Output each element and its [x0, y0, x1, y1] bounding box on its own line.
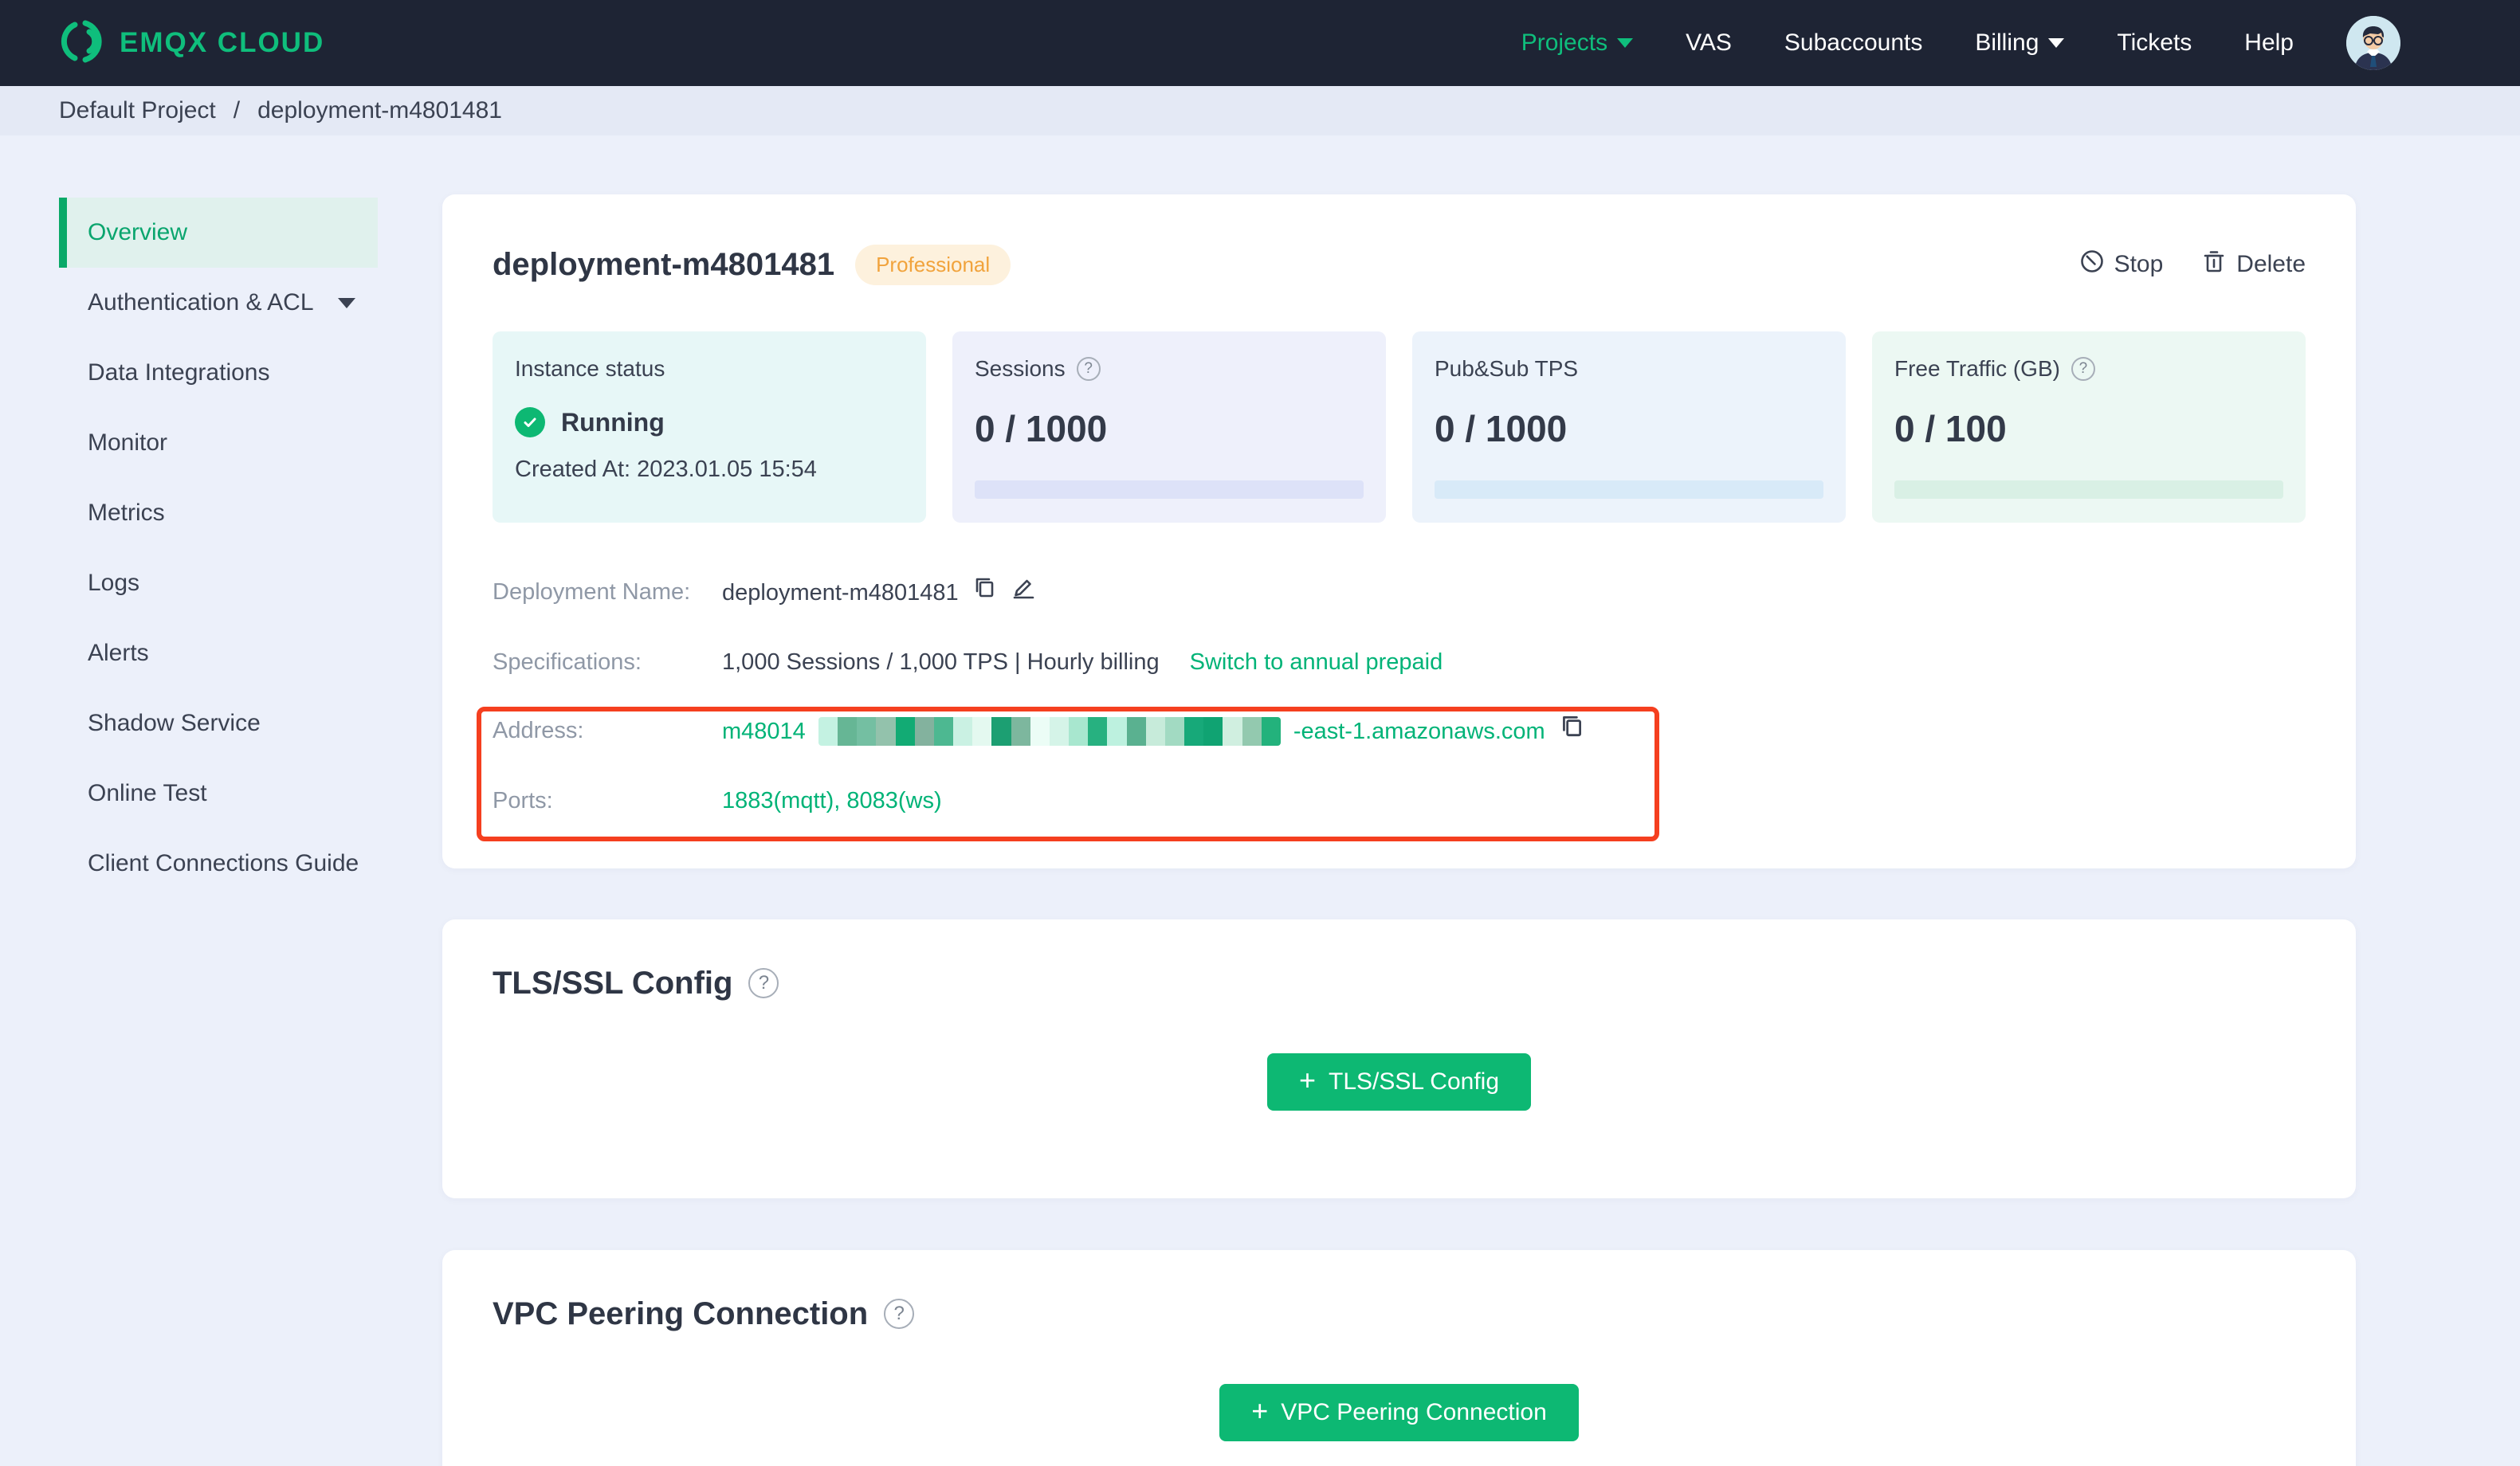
pubsub-tps-card: Pub&Sub TPS 0 / 1000	[1412, 331, 1846, 523]
help-icon[interactable]: ?	[2071, 357, 2095, 381]
specifications-label: Specifications:	[493, 649, 642, 675]
plus-icon: +	[1298, 1064, 1317, 1096]
sidebar-item-monitor[interactable]: Monitor	[59, 408, 378, 478]
created-at-text: Created At: 2023.01.05 15:54	[515, 457, 817, 482]
nav-item-subaccounts[interactable]: Subaccounts	[1784, 29, 1922, 57]
deployment-overview-card: deployment-m4801481 Professional Stop De…	[442, 194, 2356, 868]
help-icon[interactable]: ?	[1076, 357, 1101, 381]
sidebar-item-online-test[interactable]: Online Test	[59, 758, 378, 829]
sessions-progress-bar	[975, 480, 1364, 499]
stats-row: Instance status Running Created At: 2023…	[493, 331, 2306, 523]
emqx-logo-icon	[59, 19, 104, 68]
pubsub-tps-label: Pub&Sub TPS	[1435, 356, 1579, 381]
nav-menu: Projects VAS Subaccounts Billing Tickets…	[1521, 16, 2400, 70]
sidebar-item-authentication-acl[interactable]: Authentication & ACL	[59, 268, 378, 338]
free-traffic-card: Free Traffic (GB) ? 0 / 100	[1872, 331, 2306, 523]
deployment-name-row: Deployment Name: deployment-m4801481	[493, 574, 2306, 612]
breadcrumb-project[interactable]: Default Project	[59, 97, 216, 124]
sessions-card: Sessions ? 0 / 1000	[952, 331, 1386, 523]
brand-logo[interactable]: EMQX CLOUD	[59, 19, 324, 68]
address-suffix: -east-1.amazonaws.com	[1293, 719, 1545, 744]
plan-badge: Professional	[855, 244, 1011, 285]
brand-name: EMQX CLOUD	[120, 27, 325, 58]
free-traffic-label: Free Traffic (GB)	[1894, 356, 2060, 381]
sidebar-item-data-integrations[interactable]: Data Integrations	[59, 338, 378, 408]
instance-status-label: Instance status	[515, 356, 665, 381]
ports-label: Ports:	[493, 788, 553, 813]
chevron-down-icon	[2048, 38, 2065, 48]
nav-item-vas[interactable]: VAS	[1686, 29, 1732, 57]
pubsub-tps-progress-bar	[1435, 480, 1823, 499]
stop-icon	[2079, 249, 2105, 280]
sessions-value: 0 / 1000	[975, 408, 1108, 449]
breadcrumb-deployment: deployment-m4801481	[257, 97, 502, 123]
help-icon[interactable]: ?	[748, 968, 779, 998]
pubsub-tps-value: 0 / 1000	[1435, 408, 1568, 449]
tls-ssl-config-card: TLS/SSL Config ? + TLS/SSL Config	[442, 919, 2356, 1198]
vpc-peering-title: VPC Peering Connection	[493, 1295, 869, 1331]
copy-icon[interactable]	[971, 574, 997, 611]
sidebar-item-overview[interactable]: Overview	[59, 198, 378, 268]
switch-annual-prepaid-link[interactable]: Switch to annual prepaid	[1190, 644, 1443, 680]
address-prefix: m48014	[722, 719, 806, 744]
delete-button[interactable]: Delete	[2201, 249, 2306, 280]
chevron-down-icon	[1617, 38, 1634, 48]
tls-ssl-title: TLS/SSL Config	[493, 965, 733, 1001]
trash-icon	[2201, 249, 2227, 280]
address-redaction-mosaic	[818, 717, 1281, 746]
plus-icon: +	[1251, 1394, 1269, 1427]
ports-row: Ports: 1883(mqtt), 8083(ws)	[493, 782, 2306, 819]
user-avatar[interactable]	[2346, 16, 2400, 70]
specifications-row: Specifications: 1,000 Sessions / 1,000 T…	[493, 644, 2306, 680]
edit-icon[interactable]	[1010, 574, 1037, 612]
sidebar-item-metrics[interactable]: Metrics	[59, 478, 378, 548]
top-navbar: EMQX CLOUD Projects VAS Subaccounts Bill…	[0, 0, 2520, 86]
sidebar-item-logs[interactable]: Logs	[59, 548, 378, 618]
deployment-details: Deployment Name: deployment-m4801481 Spe…	[493, 574, 2306, 819]
deployment-name-value: deployment-m4801481	[722, 580, 959, 606]
nav-item-billing[interactable]: Billing	[1975, 29, 2065, 57]
instance-status-value: Running	[561, 407, 665, 437]
check-circle-icon	[515, 407, 545, 437]
breadcrumb: Default Project / deployment-m4801481	[0, 86, 2520, 135]
sidebar-nav: Overview Authentication & ACL Data Integ…	[0, 135, 398, 1466]
sidebar-item-client-connections-guide[interactable]: Client Connections Guide	[59, 829, 378, 899]
specifications-value: 1,000 Sessions / 1,000 TPS | Hourly bill…	[722, 649, 1160, 675]
address-label: Address:	[493, 718, 584, 743]
instance-status-card: Instance status Running Created At: 2023…	[493, 331, 926, 523]
vpc-peering-card: VPC Peering Connection ? + VPC Peering C…	[442, 1250, 2356, 1466]
nav-item-help[interactable]: Help	[2244, 29, 2294, 57]
address-row: Address: m48014 -east-1.amazonaws.com	[493, 712, 2306, 751]
ports-value: 1883(mqtt), 8083(ws)	[722, 788, 942, 813]
chevron-down-icon	[338, 297, 355, 308]
deployment-title: deployment-m4801481	[493, 246, 835, 282]
main-content: deployment-m4801481 Professional Stop De…	[442, 135, 2356, 1466]
nav-item-tickets[interactable]: Tickets	[2117, 29, 2192, 57]
nav-item-projects[interactable]: Projects	[1521, 29, 1634, 57]
help-icon[interactable]: ?	[884, 1299, 915, 1329]
sidebar-item-alerts[interactable]: Alerts	[59, 618, 378, 688]
breadcrumb-separator: /	[233, 97, 241, 123]
add-tls-ssl-config-button[interactable]: + TLS/SSL Config	[1266, 1053, 1532, 1111]
sidebar-item-shadow-service[interactable]: Shadow Service	[59, 688, 378, 758]
free-traffic-progress-bar	[1894, 480, 2283, 499]
add-vpc-peering-button[interactable]: + VPC Peering Connection	[1219, 1384, 1579, 1441]
stop-button[interactable]: Stop	[2079, 249, 2163, 280]
free-traffic-value: 0 / 100	[1894, 408, 2007, 449]
sessions-label: Sessions	[975, 356, 1066, 381]
copy-icon[interactable]	[1558, 712, 1585, 751]
deployment-name-label: Deployment Name:	[493, 579, 691, 605]
